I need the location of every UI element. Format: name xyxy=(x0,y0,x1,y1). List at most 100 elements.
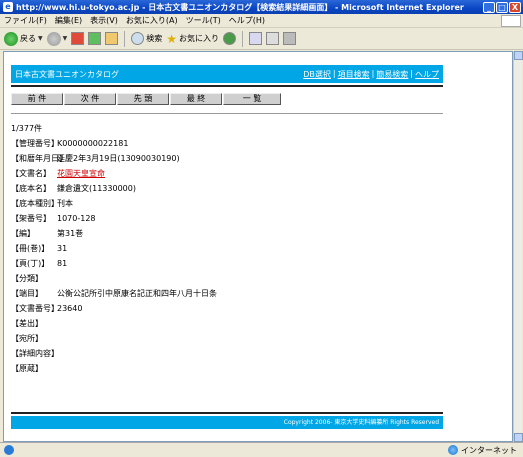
field-value: 第31巻 xyxy=(57,229,84,238)
globe-icon xyxy=(448,445,458,455)
menu-tools[interactable]: ツール(T) xyxy=(186,15,221,26)
field-value: 31 xyxy=(57,244,68,253)
field-value: K0000000022181 xyxy=(57,139,129,148)
page-viewport: 日本古文書ユニオンカタログ DB選択 | 項目検索 | 簡易検索 | ヘルプ 前 件 … xyxy=(3,51,513,442)
record-fields: 【管理番号】 K0000000022181 【和暦年月日】 延慶2年3月19日(13… xyxy=(11,136,443,376)
field-row: 【底本名】 鎌倉遺文(11330000) xyxy=(11,181,443,196)
field-label: 【差出】 xyxy=(11,319,43,328)
menu-favorites[interactable]: お気に入り(A) xyxy=(126,15,178,26)
field-label: 【冊(巻)】 xyxy=(11,244,50,253)
field-row: 【原蔵】 xyxy=(11,361,443,376)
link-help[interactable]: ヘルプ xyxy=(415,69,439,80)
search-label: 検索 xyxy=(146,34,163,43)
forward-arrow-icon xyxy=(46,31,61,46)
edit-icon[interactable] xyxy=(283,32,297,45)
prev-button[interactable]: 前 件 xyxy=(11,93,63,105)
menu-edit[interactable]: 編集(E) xyxy=(55,15,82,26)
site-footer: Copyright 2006- 東京大学史料編纂所 Rights Reserve… xyxy=(11,416,443,429)
document-name-link[interactable]: 花園天皇宣命 xyxy=(57,168,105,179)
field-row: 【端目】 公衡公記所引中原康名記正和四年八月十日条 xyxy=(11,286,443,301)
field-label: 【宛所】 xyxy=(11,334,43,343)
close-button[interactable]: X xyxy=(509,1,521,13)
field-value: 鎌倉遺文(11330000) xyxy=(57,184,136,193)
title-bar: e http://www.hi.u-tokyo.ac.jp - 日本古文書ユニオ… xyxy=(0,0,523,14)
ie-icon: e xyxy=(3,2,13,12)
field-label: 【文書番号】 xyxy=(11,304,59,313)
field-label: 【底本名】 xyxy=(11,184,51,193)
back-label: 戻る xyxy=(20,34,36,43)
link-db-select[interactable]: DB選択 xyxy=(303,69,331,80)
page-content: 日本古文書ユニオンカタログ DB選択 | 項目検索 | 簡易検索 | ヘルプ 前 件 … xyxy=(11,65,443,376)
chevron-down-icon: ▼ xyxy=(62,35,68,42)
link-field-search[interactable]: 項目検索 xyxy=(338,69,370,80)
windows-flag-icon xyxy=(501,15,521,27)
refresh-icon[interactable] xyxy=(88,32,102,45)
field-row: 【頁(丁)】 81 xyxy=(11,256,443,271)
history-icon[interactable] xyxy=(223,32,237,45)
minimize-button[interactable]: _ xyxy=(483,1,495,13)
field-row: 【冊(巻)】 31 xyxy=(11,241,443,256)
stop-icon[interactable] xyxy=(71,32,85,45)
next-button[interactable]: 次 件 xyxy=(64,93,116,105)
header-links: DB選択 | 項目検索 | 簡易検索 | ヘルプ xyxy=(303,68,439,80)
star-icon: ★ xyxy=(166,31,178,46)
record-nav: 前 件 次 件 先 頭 最 終 一 覧 xyxy=(11,93,443,105)
menu-view[interactable]: 表示(V) xyxy=(90,15,118,26)
scroll-down-button[interactable] xyxy=(514,433,523,442)
field-row: 【底本種別】 刊本 xyxy=(11,196,443,211)
field-label: 【頁(丁)】 xyxy=(11,259,50,268)
first-button[interactable]: 先 頭 xyxy=(117,93,169,105)
window-title: http://www.hi.u-tokyo.ac.jp - 日本古文書ユニオンカ… xyxy=(16,2,464,12)
favorites-button[interactable]: ★ お気に入り xyxy=(166,32,219,46)
last-button[interactable]: 最 終 xyxy=(170,93,222,105)
field-row: 【文書番号】 23640 xyxy=(11,301,443,316)
maximize-button[interactable]: □ xyxy=(496,1,508,13)
vertical-scrollbar[interactable] xyxy=(513,51,523,442)
back-arrow-icon xyxy=(4,31,18,46)
field-label: 【分類】 xyxy=(11,274,43,283)
search-icon xyxy=(131,32,145,45)
nav-divider xyxy=(11,113,443,114)
favorites-label: お気に入り xyxy=(179,34,220,43)
chevron-down-icon: ▼ xyxy=(38,35,43,42)
field-label: 【端目】 xyxy=(11,289,43,298)
field-label: 【詳細内容】 xyxy=(11,349,59,358)
home-icon[interactable] xyxy=(105,32,119,45)
site-brand: 日本古文書ユニオンカタログ xyxy=(15,69,119,79)
field-row: 【分類】 xyxy=(11,271,443,286)
link-simple-search[interactable]: 簡易検索 xyxy=(376,69,408,80)
toolbar-separator xyxy=(242,30,244,47)
field-value: 刊本 xyxy=(57,199,73,208)
field-row: 【架番号】 1070-128 xyxy=(11,211,443,226)
field-row: 【和暦年月日】 延慶2年3月19日(13090030190) xyxy=(11,151,443,166)
back-button[interactable]: 戻る ▼ xyxy=(4,31,43,46)
field-row: 【文書名】 花園天皇宣命 xyxy=(11,166,443,181)
search-button[interactable]: 検索 xyxy=(131,32,162,45)
field-row: 【編】 第31巻 xyxy=(11,226,443,241)
forward-button[interactable]: ▼ xyxy=(46,31,68,46)
print-icon[interactable] xyxy=(266,32,280,45)
field-value: 81 xyxy=(57,259,68,268)
field-value: 23640 xyxy=(57,304,83,313)
mail-icon[interactable] xyxy=(249,32,263,45)
scroll-up-button[interactable] xyxy=(514,51,523,60)
field-label: 【底本種別】 xyxy=(11,199,59,208)
toolbar-separator xyxy=(124,30,126,47)
field-row: 【管理番号】 K0000000022181 xyxy=(11,136,443,151)
field-value: 公衡公記所引中原康名記正和四年八月十日条 xyxy=(57,289,217,298)
field-label: 【架番号】 xyxy=(11,214,51,223)
field-label: 【編】 xyxy=(11,229,35,238)
list-button[interactable]: 一 覧 xyxy=(223,93,281,105)
menu-help[interactable]: ヘルプ(H) xyxy=(229,15,265,26)
menu-file[interactable]: ファイル(F) xyxy=(4,15,47,26)
site-header: 日本古文書ユニオンカタログ DB選択 | 項目検索 | 簡易検索 | ヘルプ xyxy=(11,65,443,83)
field-value: 1070-128 xyxy=(57,214,96,223)
zone-label: インターネット xyxy=(461,445,517,455)
field-label: 【文書名】 xyxy=(11,169,51,178)
field-row: 【宛所】 xyxy=(11,331,443,346)
page-icon xyxy=(4,445,14,455)
field-label: 【和暦年月日】 xyxy=(11,154,67,163)
field-value: 延慶2年3月19日(13090030190) xyxy=(57,154,180,163)
field-label: 【原蔵】 xyxy=(11,364,43,373)
status-bar: インターネット xyxy=(0,442,523,457)
